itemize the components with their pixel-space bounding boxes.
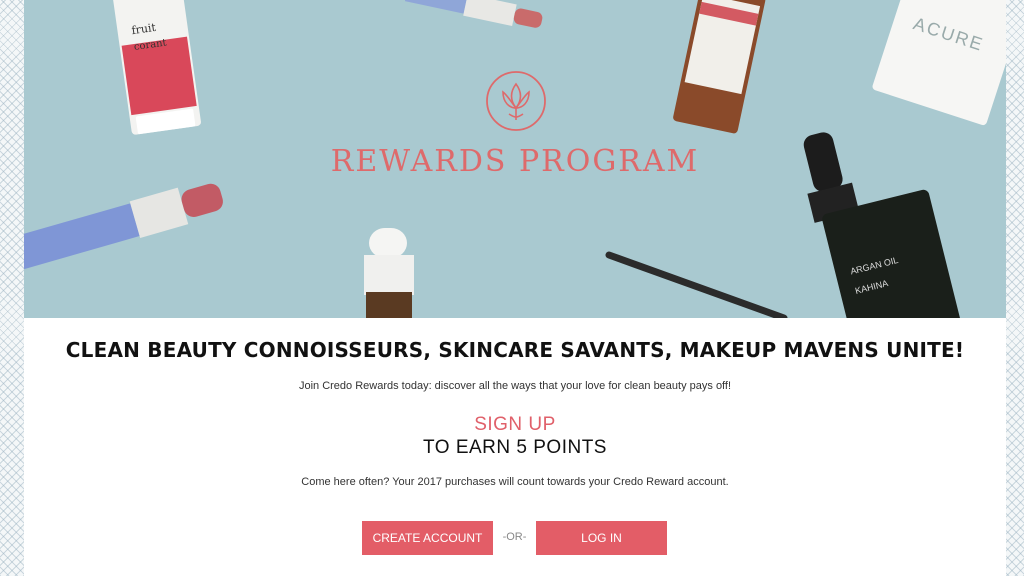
argan-oil-bottle-product: ARGAN OIL KAHINA xyxy=(803,132,963,318)
lotus-icon xyxy=(486,71,546,131)
page-title: REWARDS PROGRAM xyxy=(330,144,700,179)
intro-text: Join Credo Rewards today: discover all t… xyxy=(298,380,732,392)
blue-lipstick-product xyxy=(24,183,223,270)
signup-heading: SIGN UP xyxy=(474,414,556,435)
amber-bottle-product xyxy=(673,0,766,134)
left-decorative-border xyxy=(0,0,24,576)
top-stick-product xyxy=(404,0,543,28)
log-in-button[interactable]: LOG IN xyxy=(536,521,667,555)
create-account-button[interactable]: CREATE ACCOUNT xyxy=(362,521,493,555)
dropper-bottle-product xyxy=(364,228,414,318)
hero-banner: fruit corant ACURE ARGAN OIL KAHINA REWA… xyxy=(24,0,1006,318)
acure-tube-product: ACURE xyxy=(872,0,1006,126)
pencil-product xyxy=(605,251,788,318)
headline: CLEAN BEAUTY CONNOISSEURS, SKINCARE SAVA… xyxy=(65,338,965,362)
or-separator: -OR- xyxy=(502,531,527,543)
purchases-note: Come here often? Your 2017 purchases wil… xyxy=(301,476,729,488)
red-tube-product: fruit corant xyxy=(113,0,201,135)
rewards-signup-section: CLEAN BEAUTY CONNOISSEURS, SKINCARE SAVA… xyxy=(24,318,1006,576)
earn-points-heading: TO EARN 5 POINTS xyxy=(423,437,607,458)
